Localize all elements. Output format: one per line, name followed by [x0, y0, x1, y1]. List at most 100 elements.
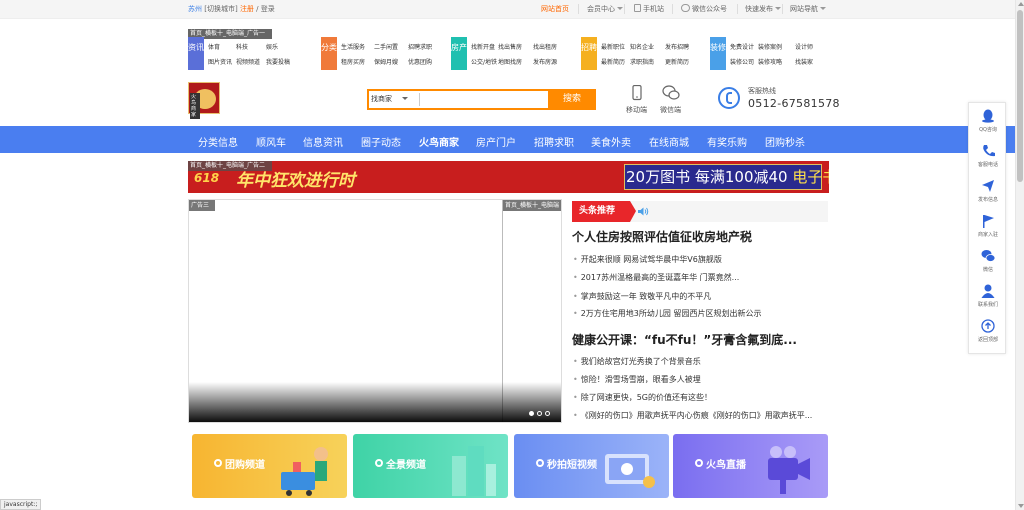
side-toolbar-item[interactable]: 返回顶部	[969, 319, 1007, 343]
category-label[interactable]: 房产	[451, 37, 467, 70]
feature-card[interactable]: 秒拍短视频	[514, 434, 669, 498]
category-link[interactable]: 设计师	[795, 42, 813, 51]
mobile-qr[interactable]: 移动端	[626, 84, 647, 115]
category-label[interactable]: 分类	[321, 37, 337, 70]
nav-item[interactable]: 招聘求职	[534, 134, 574, 149]
news-item[interactable]: 2017苏州温格最高的圣诞嘉年华 门票竟然...	[573, 272, 740, 283]
mobile-label: 移动端	[626, 106, 647, 114]
category-link[interactable]: 装修案例	[758, 42, 782, 51]
category-link[interactable]: 娱乐	[266, 42, 278, 51]
category-link[interactable]: 装修攻略	[758, 57, 782, 66]
category-link[interactable]: 知名企业	[630, 42, 654, 51]
category-link[interactable]: 找新开盘	[471, 42, 495, 51]
mobile-site-link[interactable]: 手机站	[634, 4, 664, 14]
slider-dot[interactable]	[545, 411, 550, 416]
category-link[interactable]: 科技	[236, 42, 248, 51]
category-link[interactable]: 求职指南	[630, 57, 654, 66]
nav-item[interactable]: 团购秒杀	[765, 134, 805, 149]
nav-item[interactable]: 美食外卖	[591, 134, 631, 149]
news-item[interactable]: 除了网速更快，5G的价值还有这些！	[573, 392, 712, 403]
category-link[interactable]: 找装家	[795, 57, 813, 66]
quick-post-link[interactable]: 快速发布	[745, 4, 781, 14]
headline-title[interactable]: 个人住房按照评估值征收房地产税	[572, 228, 752, 245]
side-toolbar-item[interactable]: 客服电话	[969, 144, 1007, 168]
member-center-link[interactable]: 会员中心	[587, 4, 623, 14]
category-link[interactable]: 更新简历	[665, 57, 689, 66]
category-link[interactable]: 最新职位	[601, 42, 625, 51]
category-link[interactable]: 找出售房	[498, 42, 522, 51]
category-link[interactable]: 最新简历	[601, 57, 625, 66]
feature-card[interactable]: 全景频道	[353, 434, 508, 498]
nav-item[interactable]: 顺风车	[256, 134, 286, 149]
category-link[interactable]: 发布招聘	[665, 42, 689, 51]
feature-card-label: 团购频道	[214, 456, 265, 471]
side-toolbar-item[interactable]: 商家入驻	[969, 214, 1007, 238]
site-nav-label: 网站导航	[790, 5, 818, 13]
side-toolbar-item[interactable]: QQ咨询	[969, 109, 1007, 133]
news-item[interactable]: 我们给故宫灯光秀换了个背景音乐	[573, 356, 701, 367]
category-label[interactable]: 招聘	[581, 37, 597, 70]
register-link[interactable]: 注册	[240, 5, 254, 13]
side-toolbar-item[interactable]: 发布信息	[969, 179, 1007, 203]
top-left: 苏州 [切换城市] 注册 / 登录	[188, 4, 275, 14]
category-link[interactable]: 装修公司	[730, 57, 754, 66]
nav-item[interactable]: 圈子动态	[361, 134, 401, 149]
category-label[interactable]: 装修	[710, 37, 726, 70]
category-label[interactable]: 资讯	[188, 37, 204, 70]
chevron-down-icon	[617, 7, 623, 10]
category-link[interactable]: 保姆月嫂	[374, 57, 398, 66]
news-item[interactable]: 惊险！滑雪场雪崩，眼看多人被埋	[573, 374, 701, 385]
promo-banner[interactable]: 首页_横板十_电脑端_广告二 618 年中狂欢进行时 20万图书 每满100减4…	[188, 161, 829, 193]
nav-item[interactable]: 信息资讯	[303, 134, 343, 149]
news-item[interactable]: 掌声鼓励这一年 致敬平凡中的不平凡	[573, 291, 712, 302]
category-link[interactable]: 免费设计	[730, 42, 754, 51]
nav-item[interactable]: 分类信息	[198, 134, 238, 149]
site-home-link[interactable]: 网站首页	[541, 4, 569, 14]
side-toolbar-label: 发布信息	[977, 197, 998, 203]
category-link[interactable]: 二手闲置	[374, 42, 398, 51]
scroll-down-icon[interactable]	[1018, 504, 1024, 508]
category-link[interactable]: 招聘求职	[408, 42, 432, 51]
category-link[interactable]: 我要投稿	[266, 57, 290, 66]
headline-title[interactable]: 健康公开课：“fu不fu！”牙膏含氟到底...	[572, 331, 797, 348]
nav-item[interactable]: 火鸟商家	[419, 134, 459, 149]
search-button[interactable]: 搜索	[548, 89, 596, 110]
scroll-thumb[interactable]	[1017, 10, 1023, 182]
side-toolbar-item[interactable]: 微信	[969, 249, 1007, 273]
current-city[interactable]: 苏州	[188, 5, 202, 13]
wechat-account-link[interactable]: 微信公众号	[681, 4, 727, 14]
nav-item[interactable]: 有奖乐购	[707, 134, 747, 149]
category-link[interactable]: 优惠团购	[408, 57, 432, 66]
slider-dot[interactable]	[537, 411, 542, 416]
login-link[interactable]: 登录	[261, 5, 275, 13]
category-link[interactable]: 体育	[208, 42, 220, 51]
nav-item[interactable]: 房产门户	[476, 134, 516, 149]
category-link[interactable]: 图片资讯	[208, 57, 232, 66]
wechat-qr[interactable]: 微信端	[660, 85, 681, 115]
headline-tab-label[interactable]: 头条推荐	[572, 201, 636, 222]
scroll-up-icon[interactable]	[1018, 2, 1024, 6]
category-link[interactable]: 视频频道	[236, 57, 260, 66]
feature-card[interactable]: 团购频道	[192, 434, 347, 498]
news-item[interactable]: 2万方住宅用地3所幼儿园 留园西片区规划出新公示	[573, 308, 762, 319]
category-link[interactable]: 公交/地铁	[471, 57, 497, 66]
side-toolbar-item[interactable]: 联系我们	[969, 284, 1007, 308]
nav-item[interactable]: 在线商城	[649, 134, 689, 149]
search-input[interactable]	[421, 92, 547, 107]
site-logo[interactable]: 火鸟商家	[188, 82, 220, 119]
switch-city-link[interactable]: [切换城市]	[204, 5, 237, 13]
site-nav-link[interactable]: 网站导航	[790, 4, 826, 14]
category-link[interactable]: 地图找房	[498, 57, 522, 66]
slider-dot[interactable]	[529, 411, 534, 416]
category-link[interactable]: 发布房源	[533, 57, 557, 66]
scrollbar[interactable]	[1015, 0, 1024, 510]
chevron-down-icon	[402, 97, 408, 100]
news-item[interactable]: 《刚好的伤口》用歌声抚平内心伤痕《刚好的伤口》用歌声抚平...	[573, 410, 813, 421]
category-link[interactable]: 找出租房	[533, 42, 557, 51]
category-link[interactable]: 生活服务	[341, 42, 365, 51]
category-link[interactable]: 租房买房	[341, 57, 365, 66]
search-type-select[interactable]: 找商家	[371, 94, 408, 104]
feature-card[interactable]: 火鸟直播	[673, 434, 828, 498]
image-slider[interactable]: 广告三 首页_横板十_电脑端	[188, 199, 562, 423]
news-item[interactable]: 开起来很顺 网易试驾华晨中华V6旗舰版	[573, 254, 722, 265]
